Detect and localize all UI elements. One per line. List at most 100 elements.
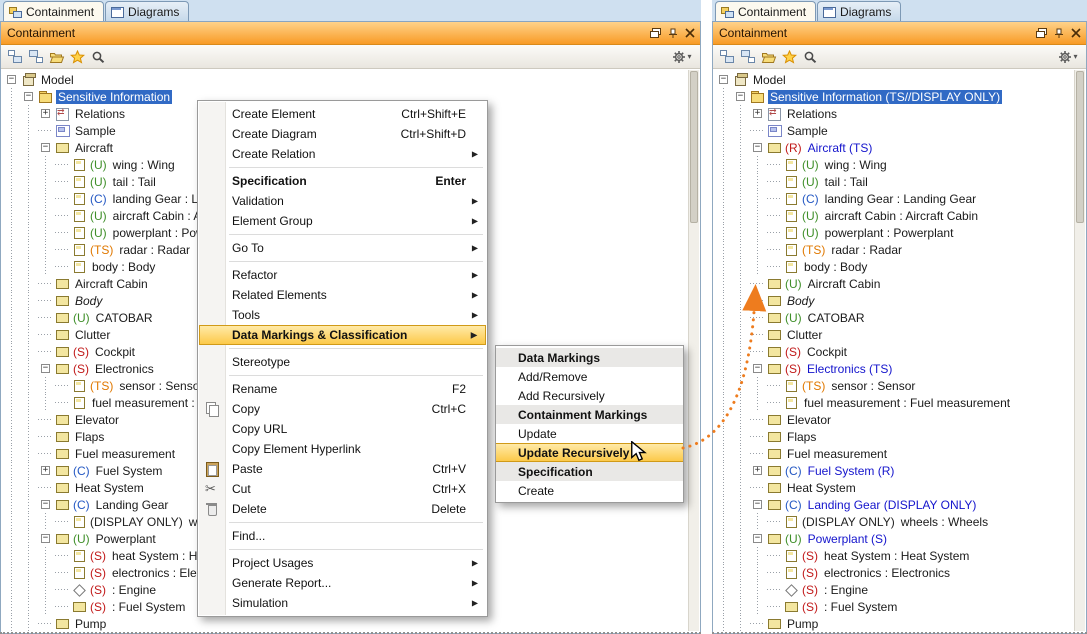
expand-toggle[interactable]: − <box>7 75 16 84</box>
expand-toggle[interactable]: − <box>719 75 728 84</box>
tree-item[interactable]: Fuel measurement <box>716 445 1086 462</box>
menu-item-data-markings-classification[interactable]: Data Markings & Classification▶ <box>199 325 486 345</box>
favorites-icon[interactable] <box>779 47 800 67</box>
tree-item[interactable]: (U)tail : Tail <box>716 173 1086 190</box>
tree-item[interactable]: Heat System <box>716 479 1086 496</box>
tree-item[interactable]: Flaps <box>716 428 1086 445</box>
menu-item-create-diagram[interactable]: Create DiagramCtrl+Shift+D <box>199 124 486 144</box>
scrollbar-thumb[interactable] <box>690 71 698 223</box>
tree-item[interactable]: (U)aircraft Cabin : Aircraft Cabin <box>716 207 1086 224</box>
submenu-item-add-remove[interactable]: Add/Remove <box>496 367 683 386</box>
menu-item-delete[interactable]: DeleteDelete <box>199 499 486 519</box>
expand-toggle[interactable]: + <box>41 466 50 475</box>
expand-toggle[interactable]: − <box>753 143 762 152</box>
tree-item[interactable]: Sample <box>716 122 1086 139</box>
expand-toggle[interactable]: − <box>753 500 762 509</box>
expand-toggle[interactable]: − <box>41 143 50 152</box>
tree-item[interactable]: −Model <box>716 71 1086 88</box>
tree-item[interactable]: +(C)Fuel System (R) <box>716 462 1086 479</box>
tree-item[interactable]: (S): Fuel System <box>716 598 1086 615</box>
expand-toggle[interactable]: + <box>753 109 762 118</box>
vertical-scrollbar[interactable] <box>688 70 699 631</box>
menu-item-copy-element-hyperlink[interactable]: Copy Element Hyperlink <box>199 439 486 459</box>
tree-item[interactable]: −(R)Aircraft (TS) <box>716 139 1086 156</box>
tree-item[interactable]: (DISPLAY ONLY)wheels : Wheels <box>716 513 1086 530</box>
submenu-item-create[interactable]: Create <box>496 481 683 500</box>
tree-item[interactable]: −(S)Electronics (TS) <box>716 360 1086 377</box>
tab-containment[interactable]: Containment <box>3 1 104 21</box>
tree-item[interactable]: −Sensitive Information (TS//DISPLAY ONLY… <box>716 88 1086 105</box>
menu-item-element-group[interactable]: Element Group▶ <box>199 211 486 231</box>
menu-item-create-element[interactable]: Create ElementCtrl+Shift+E <box>199 104 486 124</box>
tree-item[interactable]: (TS)radar : Radar <box>716 241 1086 258</box>
menu-item-copy[interactable]: CopyCtrl+C <box>199 399 486 419</box>
tree-item[interactable]: (S)heat System : Heat System <box>716 547 1086 564</box>
float-icon[interactable] <box>648 26 663 41</box>
tree-item[interactable]: +Relations <box>716 105 1086 122</box>
menu-item-tools[interactable]: Tools▶ <box>199 305 486 325</box>
menu-item-refactor[interactable]: Refactor▶ <box>199 265 486 285</box>
menu-item-simulation[interactable]: Simulation▶ <box>199 593 486 613</box>
close-icon[interactable] <box>682 26 697 41</box>
expand-toggle[interactable]: − <box>736 92 745 101</box>
menu-item-copy-url[interactable]: Copy URL <box>199 419 486 439</box>
expand-toggle[interactable]: − <box>41 534 50 543</box>
tree-item[interactable]: −(U)Powerplant (S) <box>716 530 1086 547</box>
search-icon[interactable] <box>88 47 109 67</box>
tree-item[interactable]: (U)Aircraft Cabin <box>716 275 1086 292</box>
open-folder-icon[interactable] <box>46 47 67 67</box>
menu-item-generate-report[interactable]: Generate Report...▶ <box>199 573 486 593</box>
expand-toggle[interactable]: + <box>753 466 762 475</box>
menu-item-rename[interactable]: RenameF2 <box>199 379 486 399</box>
expand-toggle[interactable]: − <box>24 92 33 101</box>
scrollbar-thumb[interactable] <box>1076 71 1084 223</box>
expand-all-icon[interactable] <box>4 47 25 67</box>
tree-item[interactable]: Clutter <box>716 326 1086 343</box>
options-menu-button[interactable]: ▾ <box>667 47 697 67</box>
tree-item[interactable]: Elevator <box>716 411 1086 428</box>
tree-item[interactable]: (U)powerplant : Powerplant <box>716 224 1086 241</box>
menu-item-paste[interactable]: PasteCtrl+V <box>199 459 486 479</box>
open-folder-icon[interactable] <box>758 47 779 67</box>
expand-toggle[interactable]: − <box>753 534 762 543</box>
vertical-scrollbar[interactable] <box>1074 70 1085 631</box>
submenu-item-update[interactable]: Update <box>496 424 683 443</box>
menu-item-find[interactable]: Find... <box>199 526 486 546</box>
menu-item-specification[interactable]: SpecificationEnter <box>199 171 486 191</box>
tab-diagrams[interactable]: Diagrams <box>105 1 189 21</box>
menu-item-validation[interactable]: Validation▶ <box>199 191 486 211</box>
tree-item[interactable]: (U)CATOBAR <box>716 309 1086 326</box>
float-icon[interactable] <box>1034 26 1049 41</box>
menu-item-create-relation[interactable]: Create Relation▶ <box>199 144 486 164</box>
menu-item-project-usages[interactable]: Project Usages▶ <box>199 553 486 573</box>
search-icon[interactable] <box>800 47 821 67</box>
tab-containment[interactable]: Containment <box>715 1 816 21</box>
tree-item[interactable]: −Model <box>4 71 700 88</box>
tree-item[interactable]: (S)Cockpit <box>716 343 1086 360</box>
tree-item[interactable]: fuel measurement : Fuel measurement <box>716 394 1086 411</box>
collapse-all-icon[interactable] <box>25 47 46 67</box>
options-menu-button[interactable]: ▾ <box>1053 47 1083 67</box>
menu-item-cut[interactable]: CutCtrl+X <box>199 479 486 499</box>
pin-icon[interactable] <box>1051 26 1066 41</box>
tab-diagrams[interactable]: Diagrams <box>817 1 901 21</box>
close-icon[interactable] <box>1068 26 1083 41</box>
tree-item[interactable]: (S)electronics : Electronics <box>716 564 1086 581</box>
tree-item[interactable]: Body <box>716 292 1086 309</box>
tree-item[interactable]: (C)landing Gear : Landing Gear <box>716 190 1086 207</box>
tree-item[interactable]: body : Body <box>716 258 1086 275</box>
submenu-item-add-recursively[interactable]: Add Recursively <box>496 386 683 405</box>
tree-item[interactable]: Pump <box>716 615 1086 632</box>
expand-all-icon[interactable] <box>716 47 737 67</box>
tree-item[interactable]: Pump <box>4 615 700 632</box>
tree-item[interactable]: (U)wing : Wing <box>716 156 1086 173</box>
menu-item-stereotype[interactable]: Stereotype <box>199 352 486 372</box>
tree-item[interactable]: (TS)sensor : Sensor <box>716 377 1086 394</box>
submenu-item-update-recursively[interactable]: Update Recursively <box>496 443 683 462</box>
expand-toggle[interactable]: − <box>753 364 762 373</box>
expand-toggle[interactable]: − <box>41 500 50 509</box>
expand-toggle[interactable]: + <box>41 109 50 118</box>
collapse-all-icon[interactable] <box>737 47 758 67</box>
tree-item[interactable]: −(C)Landing Gear (DISPLAY ONLY) <box>716 496 1086 513</box>
favorites-icon[interactable] <box>67 47 88 67</box>
